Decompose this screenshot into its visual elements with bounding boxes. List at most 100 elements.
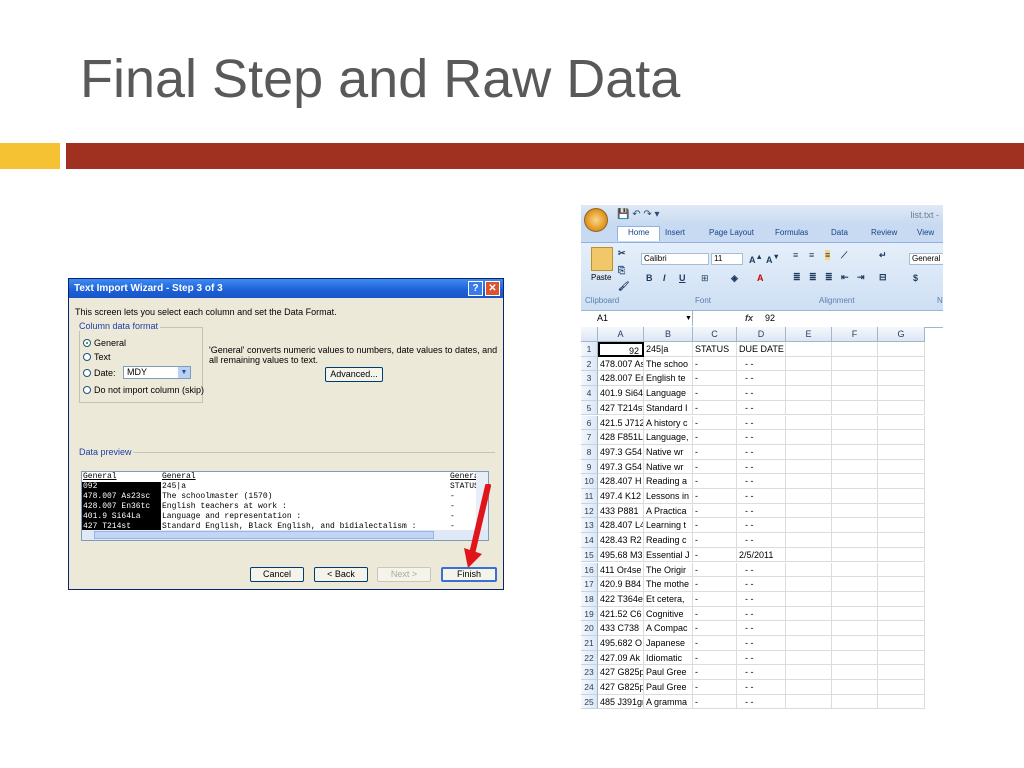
table-cell[interactable] xyxy=(832,371,878,387)
row-header[interactable]: 16 xyxy=(581,562,598,578)
table-cell[interactable]: 411 Or4se xyxy=(598,562,644,578)
table-cell[interactable]: The mothe xyxy=(644,577,693,592)
table-cell[interactable] xyxy=(786,444,832,460)
table-cell[interactable] xyxy=(786,547,832,563)
column-header-d[interactable]: D xyxy=(737,327,786,342)
table-cell[interactable] xyxy=(878,503,925,519)
table-cell[interactable]: - xyxy=(693,356,737,372)
table-cell[interactable]: - xyxy=(693,415,737,431)
align-middle-icon[interactable]: ≡ xyxy=(809,250,814,260)
table-cell[interactable]: - - xyxy=(737,680,786,695)
grow-font-icon[interactable]: A▲ xyxy=(749,252,763,265)
row-header[interactable]: 18 xyxy=(581,591,598,607)
table-cell[interactable] xyxy=(832,621,878,636)
table-cell[interactable] xyxy=(786,694,832,710)
table-cell[interactable] xyxy=(832,591,878,607)
number-format-box[interactable]: General xyxy=(909,253,943,265)
table-cell[interactable]: - xyxy=(693,694,737,710)
radio-skip-indicator[interactable] xyxy=(83,386,91,394)
table-cell[interactable]: 427 T214st xyxy=(598,400,644,416)
table-cell[interactable] xyxy=(786,356,832,372)
table-cell[interactable] xyxy=(878,518,925,534)
row-header[interactable]: 19 xyxy=(581,606,598,622)
table-cell[interactable] xyxy=(786,400,832,416)
row-header[interactable]: 22 xyxy=(581,650,598,666)
italic-icon[interactable]: I xyxy=(663,273,666,283)
font-size-box[interactable]: 11 xyxy=(711,253,743,265)
quick-access-toolbar[interactable]: 💾 ↶ ↷ ▾ xyxy=(617,209,660,220)
tab-home[interactable]: Home xyxy=(617,226,661,241)
table-cell[interactable]: Lessons in xyxy=(644,489,693,504)
table-cell[interactable]: Essential J xyxy=(644,547,693,563)
orientation-icon[interactable]: ⟋ xyxy=(841,250,847,261)
row-header[interactable]: 25 xyxy=(581,694,598,710)
table-cell[interactable]: - - xyxy=(737,636,786,651)
table-cell[interactable]: - xyxy=(693,459,737,475)
table-cell[interactable]: - - xyxy=(737,444,786,460)
table-cell[interactable]: - xyxy=(693,547,737,563)
table-cell[interactable]: - xyxy=(693,665,737,681)
row-header[interactable]: 10 xyxy=(581,474,598,489)
preview-horizontal-scrollbar[interactable] xyxy=(82,530,488,540)
table-cell[interactable]: Language, xyxy=(644,430,693,445)
table-cell[interactable]: A history c xyxy=(644,415,693,431)
back-button[interactable]: < Back xyxy=(314,567,368,582)
radio-date-indicator[interactable] xyxy=(83,369,91,377)
tab-formulas[interactable]: Formulas xyxy=(775,228,808,237)
table-cell[interactable]: - - xyxy=(737,694,786,710)
table-cell[interactable]: 245|a xyxy=(644,342,693,357)
table-cell[interactable] xyxy=(786,577,832,592)
table-cell[interactable]: 427.09 Ak xyxy=(598,650,644,666)
column-header-f[interactable]: F xyxy=(832,327,878,342)
table-cell[interactable] xyxy=(786,591,832,607)
table-cell[interactable]: - - xyxy=(737,430,786,445)
table-cell[interactable]: - - xyxy=(737,489,786,504)
borders-icon[interactable]: ⊞ xyxy=(701,273,709,284)
align-left-icon[interactable]: ≣ xyxy=(793,272,801,283)
table-cell[interactable] xyxy=(832,636,878,651)
table-cell[interactable] xyxy=(878,636,925,651)
table-cell[interactable]: 495.682 O xyxy=(598,636,644,651)
advanced-button[interactable]: Advanced... xyxy=(325,367,383,382)
table-cell[interactable] xyxy=(878,665,925,681)
table-cell[interactable] xyxy=(878,591,925,607)
tab-page-layout[interactable]: Page Layout xyxy=(709,228,754,237)
column-header-g[interactable]: G xyxy=(878,327,925,342)
table-cell[interactable] xyxy=(832,562,878,578)
table-cell[interactable] xyxy=(878,577,925,592)
table-cell[interactable]: 421.5 J712 xyxy=(598,415,644,431)
row-header[interactable]: 4 xyxy=(581,386,598,401)
tab-data[interactable]: Data xyxy=(831,228,848,237)
table-cell[interactable]: 428 F851L xyxy=(598,430,644,445)
table-cell[interactable] xyxy=(878,430,925,445)
table-cell[interactable]: 478.007 As xyxy=(598,356,644,372)
font-name-box[interactable]: Calibri xyxy=(641,253,709,265)
table-cell[interactable] xyxy=(832,474,878,489)
table-cell[interactable]: 92 xyxy=(598,342,644,357)
table-cell[interactable] xyxy=(832,400,878,416)
date-format-select[interactable]: MDY ▼ xyxy=(123,366,191,379)
table-cell[interactable] xyxy=(786,680,832,695)
cut-icon[interactable]: ✂ xyxy=(618,248,626,259)
table-cell[interactable] xyxy=(786,562,832,578)
decrease-indent-icon[interactable]: ⇤ xyxy=(841,272,849,283)
tab-view[interactable]: View xyxy=(917,228,934,237)
table-cell[interactable] xyxy=(832,680,878,695)
column-header-b[interactable]: B xyxy=(644,327,693,342)
table-cell[interactable]: - xyxy=(693,591,737,607)
table-cell[interactable] xyxy=(878,371,925,387)
align-right-icon[interactable]: ≣ xyxy=(825,272,833,283)
wrap-text-icon[interactable]: ↵ xyxy=(879,250,887,261)
table-cell[interactable]: - - xyxy=(737,650,786,666)
row-header[interactable]: 13 xyxy=(581,518,598,534)
table-cell[interactable]: 428.43 R2 xyxy=(598,533,644,548)
table-cell[interactable]: - - xyxy=(737,518,786,534)
table-cell[interactable]: Reading c xyxy=(644,533,693,548)
table-cell[interactable]: - xyxy=(693,680,737,695)
table-cell[interactable]: English te xyxy=(644,371,693,387)
table-cell[interactable]: - - xyxy=(737,356,786,372)
table-cell[interactable]: - xyxy=(693,430,737,445)
table-cell[interactable] xyxy=(786,342,832,357)
table-cell[interactable] xyxy=(786,533,832,548)
row-header[interactable]: 6 xyxy=(581,415,598,431)
